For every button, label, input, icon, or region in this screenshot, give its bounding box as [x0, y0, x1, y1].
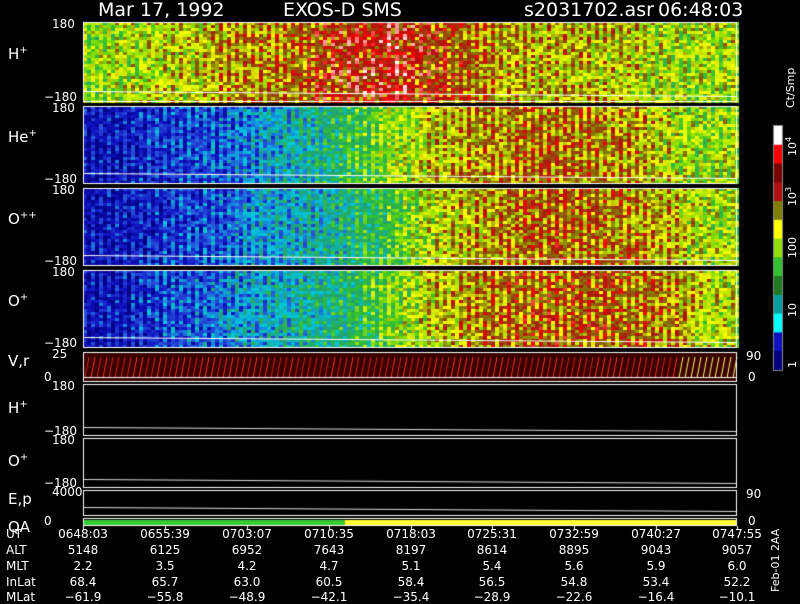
- ephemeris-cell: 2.2: [73, 559, 93, 573]
- panel-8-label: E,p: [8, 490, 32, 508]
- ephemeris-cell: 52.2: [723, 575, 751, 589]
- colorbar-label-100: 100: [786, 237, 799, 258]
- ephemeris-row-label: InLat: [6, 575, 36, 589]
- colorbar-unit: Ct/Smp: [784, 67, 797, 108]
- ephemeris-cell: 9043: [640, 543, 672, 557]
- ephemeris-cell: −55.8: [146, 590, 184, 604]
- ephemeris-cell: 0703:07: [222, 527, 272, 541]
- ephemeris-cell: 58.4: [397, 575, 425, 589]
- colorbar-label-10: 10: [786, 303, 799, 317]
- panel-3-label: O++: [8, 210, 37, 228]
- ephemeris-cell: −61.9: [64, 590, 102, 604]
- panel-7-ymax: 180: [52, 433, 75, 447]
- panel-2-label-sup: +: [28, 128, 37, 139]
- ephemeris-cell: 68.4: [69, 575, 97, 589]
- ephemeris-cell: 5.9: [646, 559, 666, 573]
- ephemeris-cell: 3.5: [155, 559, 175, 573]
- panel-6-label: H+: [8, 399, 28, 417]
- ephemeris-cell: 0718:03: [386, 527, 436, 541]
- ephemeris-cell: 8614: [476, 543, 508, 557]
- ephemeris-cell: 63.0: [233, 575, 261, 589]
- spectrogram-canvas: [0, 0, 800, 600]
- panel-9-ymin: 0: [44, 514, 52, 528]
- panel-1-ymax: 180: [52, 17, 75, 31]
- ephemeris-cell: 5.1: [401, 559, 421, 573]
- ephemeris-cell: 56.5: [478, 575, 506, 589]
- ephemeris-cell: −22.6: [555, 590, 593, 604]
- ephemeris-cell: −35.4: [392, 590, 430, 604]
- colorbar-label-1e4-exp: 4: [784, 136, 793, 142]
- ephemeris-cell: 4.7: [319, 559, 339, 573]
- colorbar-label-1e4-base: 10: [786, 142, 799, 156]
- panel-5-right-top: 90: [746, 349, 762, 363]
- ephemeris-cell: −48.9: [228, 590, 266, 604]
- panel-6-ymax: 180: [52, 379, 75, 393]
- ephemeris-cell: 8895: [558, 543, 590, 557]
- ephemeris-cell: 53.4: [642, 575, 670, 589]
- ephemeris-cell: 5148: [67, 543, 99, 557]
- ephemeris-cell: 5.4: [482, 559, 502, 573]
- ephemeris-cell: 7643: [313, 543, 345, 557]
- plot-instrument: EXOS-D SMS: [283, 0, 402, 21]
- ephemeris-row-label: UT: [6, 527, 23, 541]
- panel-1-label: H+: [8, 45, 28, 63]
- ephemeris-cell: 0740:27: [631, 527, 681, 541]
- ephemeris-cell: 0655:39: [140, 527, 190, 541]
- ephemeris-cell: 65.7: [151, 575, 179, 589]
- panel-2-label: He+: [8, 128, 37, 146]
- ephemeris-cell: 60.5: [315, 575, 343, 589]
- ephemeris-cell: 0732:59: [549, 527, 599, 541]
- panel-8-right-top: 90: [746, 487, 762, 501]
- ephemeris-cell: −42.1: [310, 590, 348, 604]
- ephemeris-cell: −28.9: [473, 590, 511, 604]
- ephemeris-cell: 0710:35: [304, 527, 354, 541]
- ephemeris-cell: 0725:31: [467, 527, 517, 541]
- ephemeris-cell: 0747:55: [712, 527, 762, 541]
- panel-1-label-sup: +: [19, 45, 28, 56]
- colorbar-label-1: 1: [786, 361, 799, 368]
- ephemeris-row-label: ALT: [6, 543, 27, 557]
- panel-3-ymax: 180: [52, 183, 75, 197]
- plot-file: s2031702.asr: [524, 0, 654, 21]
- panel-4-ymax: 180: [52, 265, 75, 279]
- ephemeris-cell: 9057: [721, 543, 753, 557]
- panel-4-label: O+: [8, 292, 29, 310]
- panel-5-right-bottom: 0: [748, 370, 756, 384]
- panel-6-label-sup: +: [19, 399, 28, 410]
- colorbar-label-1e3-exp: 3: [784, 186, 793, 192]
- panel-9-right-bottom: 0: [748, 514, 756, 528]
- panel-5-ymax: 25: [52, 347, 68, 361]
- ephemeris-cell: 0648:03: [58, 527, 108, 541]
- plot-date: Mar 17, 1992: [98, 0, 225, 21]
- ephemeris-cell: 54.8: [560, 575, 588, 589]
- panel-7-label-sup: +: [19, 452, 29, 463]
- panel-5-label: V,r: [8, 352, 30, 370]
- ephemeris-row-label: MLT: [6, 559, 29, 573]
- panel-4-label-sup: +: [19, 292, 29, 303]
- plot-time: 06:48:03: [658, 0, 744, 21]
- ephemeris-cell: −10.1: [718, 590, 756, 604]
- ephemeris-cell: −16.4: [637, 590, 675, 604]
- ephemeris-row-label: MLat: [6, 590, 36, 604]
- panel-3-label-sup: ++: [19, 210, 37, 221]
- ephemeris-cell: 4.2: [237, 559, 257, 573]
- ephemeris-cell: 8197: [395, 543, 427, 557]
- ephemeris-cell: 6.0: [727, 559, 747, 573]
- panel-7-label: O+: [8, 452, 29, 470]
- ephemeris-cell: 6125: [149, 543, 181, 557]
- panel-2-ymax: 180: [52, 101, 75, 115]
- ephemeris-cell: 6952: [231, 543, 263, 557]
- footer-label: Feb-01 2AA: [769, 528, 782, 592]
- colorbar-label-1e3-base: 10: [786, 192, 799, 206]
- ephemeris-cell: 5.6: [564, 559, 584, 573]
- panel-8-ymax: 4000: [52, 485, 83, 499]
- panel-5-ymin: 0: [44, 370, 52, 384]
